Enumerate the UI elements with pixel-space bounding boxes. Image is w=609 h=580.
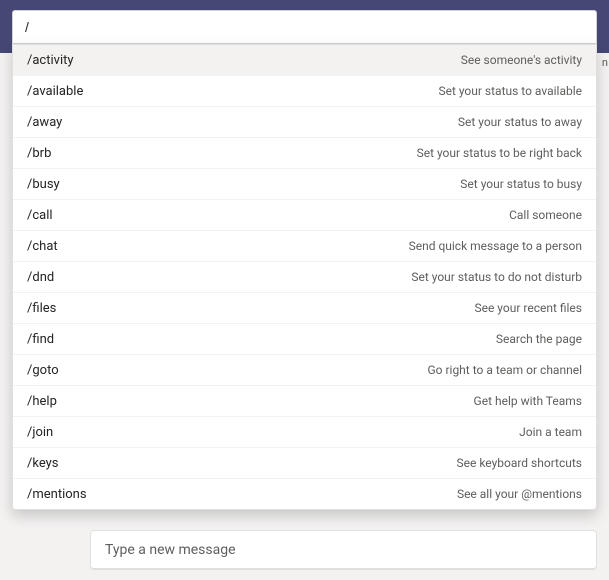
command-description: Set your status to be right back <box>417 146 582 160</box>
command-name: /brb <box>27 146 51 161</box>
command-item[interactable]: /activity See someone's activity <box>13 45 596 76</box>
command-item[interactable]: /help Get help with Teams <box>13 386 596 417</box>
command-description: Set your status to available <box>438 84 582 98</box>
command-item[interactable]: /busy Set your status to busy <box>13 169 596 200</box>
command-item[interactable]: /files See your recent files <box>13 293 596 324</box>
command-description: See someone's activity <box>461 53 582 67</box>
command-item[interactable]: /brb Set your status to be right back <box>13 138 596 169</box>
command-item[interactable]: /keys See keyboard shortcuts <box>13 448 596 479</box>
message-compose-box[interactable]: Type a new message <box>90 530 597 570</box>
command-item[interactable]: /chat Send quick message to a person <box>13 231 596 262</box>
command-description: Call someone <box>509 208 582 222</box>
command-description: See all your @mentions <box>457 487 582 501</box>
command-name: /mentions <box>27 487 87 502</box>
command-item[interactable]: /available Set your status to available <box>13 76 596 107</box>
command-item[interactable]: /away Set your status to away <box>13 107 596 138</box>
command-name: /dnd <box>27 270 54 285</box>
command-name: /files <box>27 301 56 316</box>
command-suggestions-dropdown[interactable]: /activity See someone's activity/availabl… <box>12 44 597 510</box>
command-item[interactable]: /join Join a team <box>13 417 596 448</box>
command-item[interactable]: /call Call someone <box>13 200 596 231</box>
command-description: Search the page <box>496 332 582 346</box>
command-name: /activity <box>27 53 74 68</box>
command-description: Join a team <box>519 425 582 439</box>
cropped-text: n <box>602 56 608 69</box>
command-name: /help <box>27 394 57 409</box>
command-name: /available <box>27 84 83 99</box>
command-name: /away <box>27 115 62 130</box>
command-description: Get help with Teams <box>474 394 582 408</box>
command-name: /find <box>27 332 54 347</box>
command-description: Set your status to busy <box>460 177 582 191</box>
command-name: /busy <box>27 177 60 192</box>
command-item[interactable]: /goto Go right to a team or channel <box>13 355 596 386</box>
command-description: See your recent files <box>474 301 582 315</box>
command-description: See keyboard shortcuts <box>456 456 582 470</box>
command-description: Send quick message to a person <box>409 239 582 253</box>
command-description: Go right to a team or channel <box>427 363 582 377</box>
command-name: /chat <box>27 239 58 254</box>
command-item[interactable]: /mentions See all your @mentions <box>13 479 596 510</box>
command-description: Set your status to do not disturb <box>411 270 582 284</box>
command-item[interactable]: /find Search the page <box>13 324 596 355</box>
command-item[interactable]: /dnd Set your status to do not disturb <box>13 262 596 293</box>
command-description: Set your status to away <box>458 115 582 129</box>
compose-placeholder: Type a new message <box>105 542 236 558</box>
command-name: /call <box>27 208 53 223</box>
command-name: /keys <box>27 456 59 471</box>
command-search-input[interactable] <box>25 19 584 35</box>
message-compose-area: Type a new message <box>90 530 597 570</box>
command-search-box[interactable] <box>12 10 597 44</box>
command-name: /join <box>27 425 53 440</box>
command-name: /goto <box>27 363 59 378</box>
